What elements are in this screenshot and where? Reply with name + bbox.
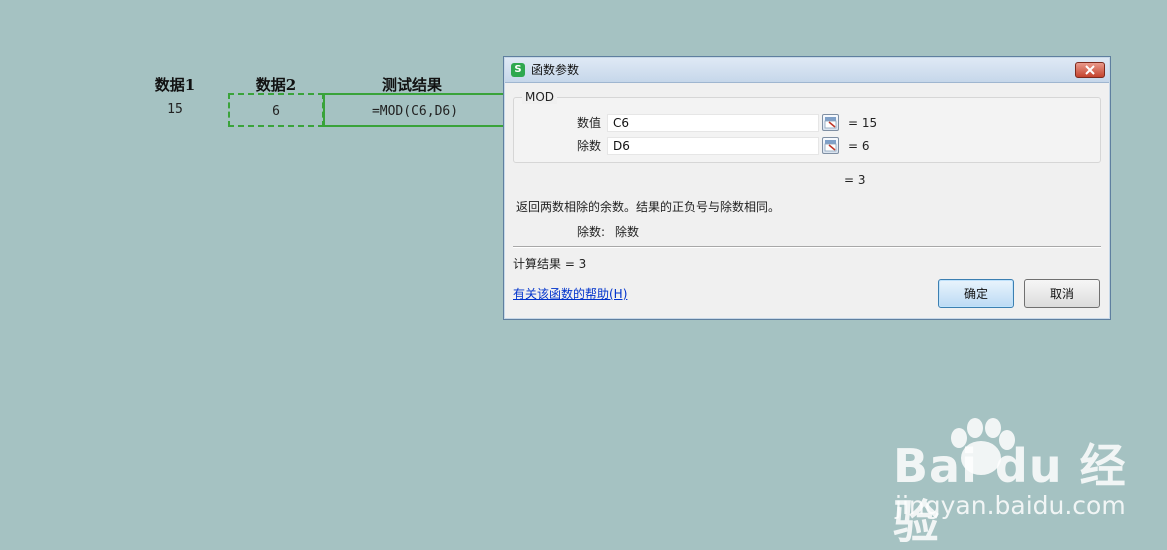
function-name-legend: MOD <box>522 90 558 104</box>
cancel-button[interactable]: 取消 <box>1024 279 1100 308</box>
arg-label-divisor: 除数 <box>577 139 602 153</box>
range-select-icon <box>824 117 837 129</box>
calculation-result: 计算结果 = 3 <box>513 257 587 271</box>
param-help-label: 除数: <box>577 225 606 239</box>
dialog-titlebar[interactable]: S 函数参数 <box>505 58 1109 83</box>
ok-button[interactable]: 确定 <box>938 279 1014 308</box>
range-select-icon <box>824 140 837 152</box>
arg-label-number: 数值 <box>577 116 602 130</box>
arg-input-divisor[interactable] <box>607 137 819 155</box>
spreadsheet-app-icon: S <box>511 63 525 77</box>
close-icon <box>1085 65 1095 75</box>
function-help-link[interactable]: 有关该函数的帮助(H) <box>513 286 627 302</box>
arg-result-divisor: = 6 <box>848 139 870 153</box>
formula-result-preview: = 3 <box>844 173 866 187</box>
function-arguments-dialog: S 函数参数 MOD 数值 = 15 除数 = 6 = 3 返回两数相除的余数。… <box>503 56 1111 320</box>
param-help-text: 除数 <box>615 225 640 239</box>
cell-data1[interactable]: 15 <box>140 93 210 127</box>
dialog-title: 函数参数 <box>531 63 580 77</box>
range-select-button-number[interactable] <box>822 114 839 131</box>
arg-result-number: = 15 <box>848 116 878 130</box>
arg-input-number[interactable] <box>607 114 819 132</box>
cell-data2-referenced[interactable]: 6 <box>228 93 324 127</box>
close-button[interactable] <box>1075 62 1105 78</box>
cell-result-formula[interactable]: =MOD(C6,D6) <box>323 93 505 127</box>
range-select-button-divisor[interactable] <box>822 137 839 154</box>
watermark-url: jingyan.baidu.com <box>895 491 1126 520</box>
divider <box>513 246 1101 248</box>
function-description: 返回两数相除的余数。结果的正负号与除数相同。 <box>516 200 781 214</box>
